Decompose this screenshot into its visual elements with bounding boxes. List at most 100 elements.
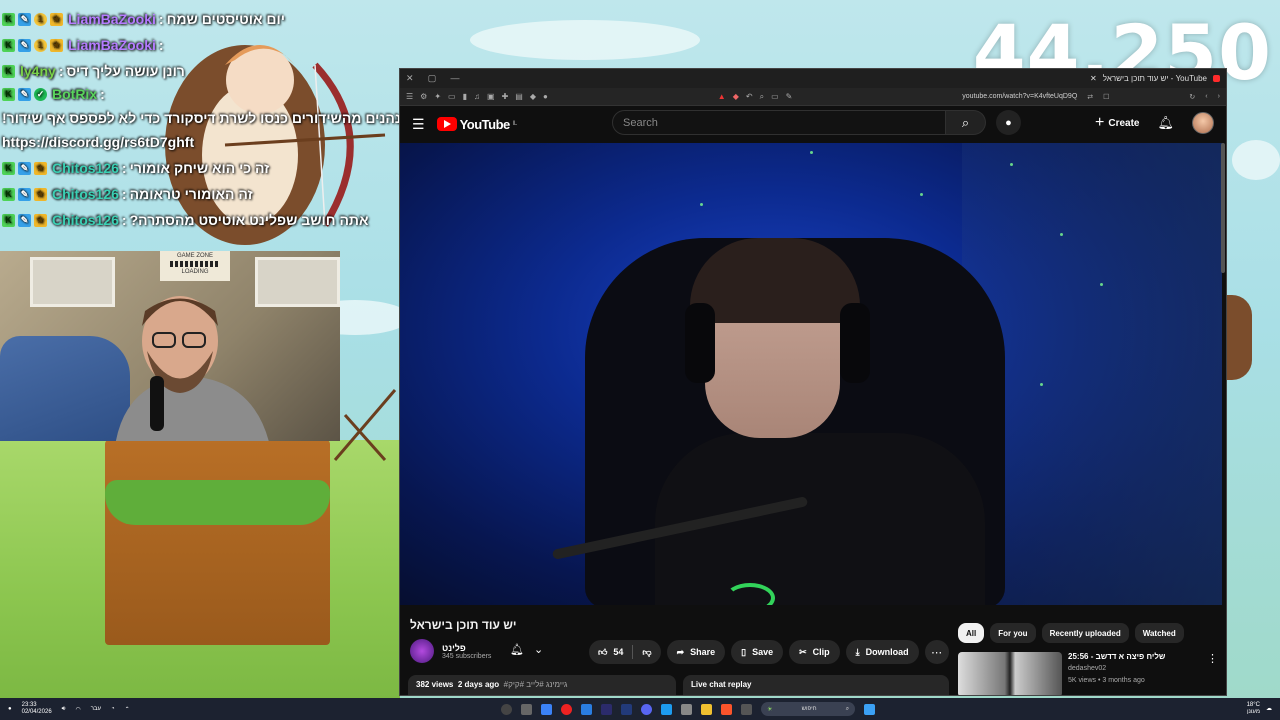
address-area: youtube.com/watch?v=K4vfteUqD9Q ⇄ ☐ ↻ ‹ …	[962, 93, 1220, 101]
app-icon[interactable]	[701, 703, 713, 715]
tabs-icon[interactable]: ▭	[448, 92, 456, 101]
more-actions-button[interactable]: ⋯	[924, 640, 949, 664]
projected-star	[1060, 233, 1063, 236]
menu-icon[interactable]: ☰	[406, 92, 413, 101]
hamburger-menu-icon[interactable]: ☰	[412, 116, 425, 133]
app-icon[interactable]	[501, 703, 513, 715]
kick-badge-icon: K	[2, 187, 15, 201]
app-icon[interactable]	[641, 703, 653, 715]
notification-icon[interactable]: ◔	[111, 706, 115, 712]
channel-info[interactable]: פלינט 345 subscribers	[410, 639, 491, 663]
dislike-button[interactable]: 👎︎	[633, 640, 660, 664]
volume-icon[interactable]: 🔊︎	[62, 706, 66, 713]
reload-icon[interactable]: ↻	[1189, 93, 1195, 101]
download-button[interactable]: ⤓ Download	[845, 640, 919, 664]
close-icon[interactable]: ✕	[406, 73, 414, 83]
settings-icon[interactable]: ⚙	[420, 92, 427, 101]
save-button[interactable]: ▯ Save	[731, 640, 784, 664]
tray-chevron-icon[interactable]: ⌃	[125, 706, 130, 713]
weather-temp: 18°C	[1246, 702, 1260, 708]
chip-watched[interactable]: Watched	[1134, 623, 1184, 643]
app-icon[interactable]	[521, 703, 533, 715]
search-button[interactable]: ⌕	[946, 110, 986, 135]
description-box[interactable]: 382 views 2 days ago #גיימינג #לייב #קיק	[408, 675, 676, 695]
recommended-thumbnail[interactable]	[958, 652, 1062, 695]
notifications-bell-icon[interactable]: 🔔︎	[1157, 115, 1174, 131]
channel-name[interactable]: פלינט	[442, 643, 491, 653]
maximize-icon[interactable]: ▢	[428, 73, 437, 83]
chip-all[interactable]: All	[958, 623, 985, 643]
chat-message: K ✎ ★ Chitos126: אתה חושב שפלינט אוטיסט מהסת…	[2, 207, 369, 233]
chip-for-you[interactable]: For you	[990, 623, 1036, 643]
hashtags[interactable]: #גיימינג #לייב #קיק	[504, 680, 568, 689]
start-icon[interactable]	[864, 703, 876, 715]
more-vert-icon[interactable]: ⋮	[1207, 652, 1218, 665]
create-button[interactable]: + Create	[1095, 114, 1139, 132]
app-icon[interactable]	[741, 703, 753, 715]
view-count: 382 views	[416, 680, 454, 689]
language-indicator[interactable]: עבר	[91, 706, 101, 712]
app-icon[interactable]	[661, 703, 673, 715]
pen-icon[interactable]: ✎	[786, 92, 793, 102]
recommended-title[interactable]: שליח פיצה א דדשב - 25:56	[1068, 652, 1220, 661]
app-icon[interactable]	[621, 703, 633, 715]
bookmark-icon[interactable]: ☐	[1103, 93, 1109, 101]
verified-badge-icon: ✓	[34, 88, 47, 101]
back-icon[interactable]: ‹	[1205, 93, 1207, 100]
notes-icon[interactable]: ▤	[515, 92, 523, 101]
share-button[interactable]: ➦ Share	[666, 640, 726, 664]
taskbar-search[interactable]: ☀ חיפוש ⌕	[761, 702, 856, 716]
account-avatar[interactable]	[1192, 112, 1214, 134]
shield-icon[interactable]: ◆	[733, 92, 739, 102]
app-icon[interactable]	[561, 703, 573, 715]
gem-icon[interactable]: ◆	[530, 92, 536, 101]
wifi-icon[interactable]: ◠	[75, 706, 80, 713]
minimize-icon[interactable]: —	[451, 73, 460, 83]
clip-label: Clip	[812, 647, 830, 657]
chat-message: Kly4ny: רונן עושה עליך דיס	[2, 58, 302, 84]
live-chat-replay[interactable]: Live chat replay	[683, 675, 949, 695]
game-zone-sign: GAME ZONE LOADING	[160, 251, 230, 281]
address-bar[interactable]: youtube.com/watch?v=K4vfteUqD9Q	[962, 93, 1077, 100]
search-input[interactable]: Search	[612, 110, 946, 135]
clock[interactable]: 23:33 02/04/2026	[22, 702, 52, 716]
recommended-channel[interactable]: dedashev02	[1068, 665, 1220, 672]
page-scrollbar[interactable]	[1221, 143, 1225, 273]
extension-icon[interactable]: ●	[543, 92, 548, 101]
app-icon[interactable]	[601, 703, 613, 715]
brave-icon[interactable]	[721, 703, 733, 715]
chat-message: K ✎ ★ Chitos126: זה כי הוא שיחק אומורי	[2, 155, 302, 181]
voice-search-button[interactable]: ●	[996, 110, 1021, 135]
mic-icon[interactable]: ●	[8, 706, 12, 712]
browser-tab[interactable]: ✕ יש עוד תוכן בישראל - YouTube	[1090, 74, 1220, 83]
subscription-bell[interactable]: 🔔︎ ⌄	[510, 643, 543, 656]
recommended-video[interactable]: שליח פיצה א דדשב - 25:56 dedashev02 5K v…	[958, 652, 1220, 695]
find-icon[interactable]: ⌕	[760, 92, 764, 102]
app-icon[interactable]	[681, 703, 693, 715]
pin-icon[interactable]: ✦	[434, 92, 441, 101]
undo-icon[interactable]: ↶	[746, 92, 753, 102]
background-character-right	[1226, 295, 1252, 380]
youtube-logo[interactable]: YouTube IL	[436, 117, 517, 132]
video-player[interactable]	[400, 143, 1222, 605]
puzzle-icon[interactable]: ✚	[502, 92, 509, 101]
app-icon[interactable]	[541, 703, 553, 715]
like-button[interactable]: 👍︎ 54	[589, 640, 632, 664]
projected-star	[1010, 163, 1013, 166]
channel-avatar[interactable]	[410, 639, 434, 663]
music-icon[interactable]: ♫	[474, 92, 480, 101]
translate-icon[interactable]: ⇄	[1087, 93, 1093, 101]
sidebar-icon[interactable]: ▮	[463, 92, 467, 101]
warning-icon[interactable]: ▲	[718, 92, 726, 102]
screenshot-icon[interactable]: ▭	[771, 92, 779, 102]
save-icon[interactable]: ▣	[487, 92, 495, 101]
chat-link[interactable]: https://discord.gg/rs6tD7ghft	[2, 132, 194, 153]
clip-button[interactable]: ✂ Clip	[789, 640, 840, 664]
video-title: יש עוד תוכן בישראל	[410, 618, 517, 632]
forward-icon[interactable]: ›	[1218, 93, 1220, 100]
background-cloud	[470, 20, 700, 60]
tab-close-icon[interactable]: ✕	[1090, 74, 1097, 83]
weather-widget[interactable]: 18°C מעונן ☁	[1247, 702, 1272, 716]
app-icon[interactable]	[581, 703, 593, 715]
chip-recently-uploaded[interactable]: Recently uploaded	[1041, 623, 1129, 643]
